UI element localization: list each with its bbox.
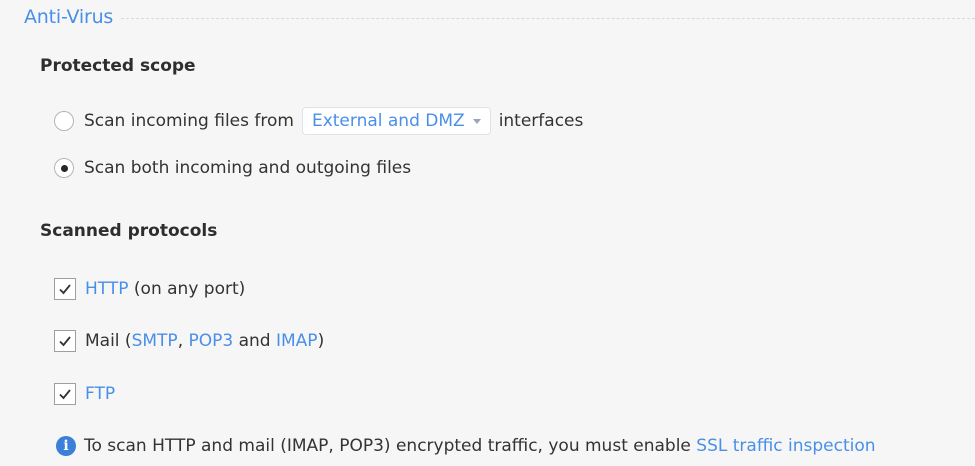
ftp-checkbox[interactable] [54, 383, 76, 405]
http-link[interactable]: HTTP [85, 279, 129, 299]
interfaces-dropdown-value: External and DMZ [311, 111, 465, 131]
radio-selected-dot [61, 165, 68, 172]
ssl-info-note: i To scan HTTP and mail (IMAP, POP3) enc… [56, 433, 876, 459]
checkmark-icon [59, 336, 71, 347]
mail-close: ) [317, 331, 325, 351]
pop3-link[interactable]: POP3 [189, 331, 234, 351]
scan-both-option[interactable]: Scan both incoming and outgoing files [54, 154, 411, 182]
info-text: To scan HTTP and mail (IMAP, POP3) encry… [84, 436, 691, 456]
scan-both-radio[interactable] [54, 158, 74, 178]
section-title: Anti-Virus [24, 6, 114, 28]
protected-scope-heading: Protected scope [40, 56, 196, 76]
mail-prefix: Mail ( [85, 331, 132, 351]
mail-comma: , [177, 331, 189, 351]
imap-link[interactable]: IMAP [276, 331, 318, 351]
scan-incoming-suffix: interfaces [498, 111, 584, 131]
mail-and: and [233, 331, 276, 351]
section-legend: Anti-Virus [24, 4, 975, 30]
http-checkbox[interactable] [54, 278, 76, 300]
ssl-inspection-link[interactable]: SSL traffic inspection [696, 436, 875, 456]
scanned-protocols-heading: Scanned protocols [40, 221, 218, 241]
scan-incoming-option[interactable]: Scan incoming files from External and DM… [54, 107, 583, 135]
ftp-link[interactable]: FTP [85, 384, 115, 404]
checkmark-icon [59, 389, 71, 400]
scan-both-label: Scan both incoming and outgoing files [84, 158, 412, 178]
interfaces-dropdown[interactable]: External and DMZ [301, 107, 491, 135]
smtp-link[interactable]: SMTP [132, 331, 178, 351]
checkmark-icon [59, 284, 71, 295]
scan-incoming-radio[interactable] [54, 111, 74, 131]
http-suffix: (on any port) [133, 279, 246, 299]
info-icon: i [56, 436, 76, 456]
section-divider [121, 17, 975, 19]
http-protocol-option[interactable]: HTTP (on any port) [54, 275, 245, 303]
chevron-down-icon [472, 118, 481, 124]
mail-protocol-option[interactable]: Mail ( SMTP , POP3 and IMAP ) [54, 327, 324, 355]
scan-incoming-prefix: Scan incoming files from [84, 111, 294, 131]
mail-checkbox[interactable] [54, 330, 76, 352]
ftp-protocol-option[interactable]: FTP [54, 380, 115, 408]
